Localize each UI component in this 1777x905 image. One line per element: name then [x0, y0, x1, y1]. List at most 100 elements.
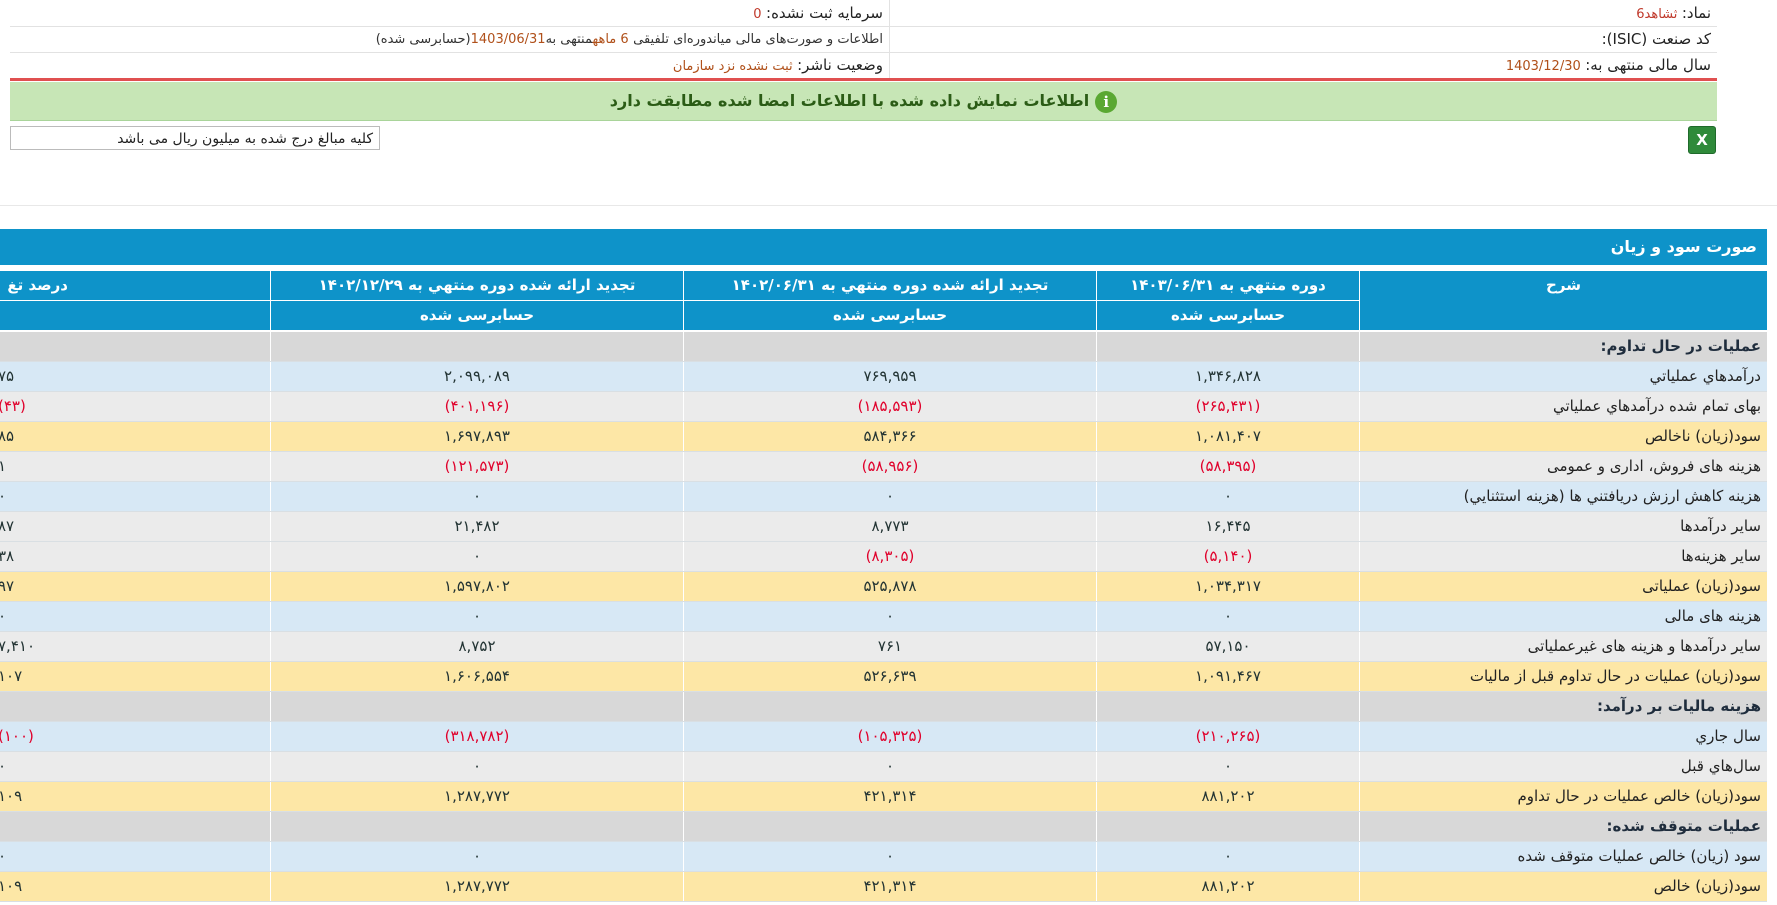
column-divider	[1359, 542, 1360, 571]
row-description-text: هزينه ماليات بر درآمد:	[1596, 697, 1761, 715]
column-divider	[683, 362, 684, 391]
row-description-text: ساير درآمدها و هزينه هاى غيرعملياتى	[1527, 637, 1761, 655]
column-divider	[1096, 512, 1097, 541]
column-divider	[683, 782, 684, 811]
cell-value: ۳۸	[0, 547, 15, 565]
cell-value: ۰	[472, 487, 482, 505]
table-row: هزینه کاهش ارزش دریافتني ها (هزينه استثن…	[0, 482, 1767, 512]
row-value-v3: ۱,۵۹۷,۸۰۲	[271, 572, 683, 601]
cell-value: ۰	[472, 607, 482, 625]
column-divider	[1096, 422, 1097, 451]
row-description: سود(زيان) خالص	[1360, 872, 1767, 901]
report-date: 1403/06/31	[470, 32, 546, 47]
row-value-v4: ۸۵	[0, 422, 270, 451]
section-title: صورت سود و زیان	[0, 229, 1767, 265]
table-section-row: عملیات متوقف شده:	[0, 812, 1767, 842]
publisher-status-cell: وضعیت ناشر: ثبت نشده نزد سازمان	[10, 52, 889, 78]
excel-export-icon[interactable]: X	[1688, 126, 1716, 154]
row-description-text: عملیات در حال تداوم:	[1600, 337, 1761, 355]
table-row: سود(زيان) خالص ۸۸۱,۲۰۲ ۴۲۱,۳۱۴ ۱,۲۸۷,۷۷۲ ۱۰۹	[0, 872, 1767, 902]
column-divider	[1359, 362, 1360, 391]
table-row: هزينه هاى مالى ۰ ۰ ۰ ۰	[0, 602, 1767, 632]
cell-value: ۰	[0, 487, 7, 505]
table-row: سال‌هاي قبل ۰ ۰ ۰ ۰	[0, 752, 1767, 782]
row-description-text: هزینه کاهش ارزش دریافتني ها (هزينه استثن…	[1463, 487, 1761, 505]
cell-value: ۱۰۹	[0, 787, 23, 805]
column-divider	[1359, 452, 1360, 481]
row-value-v3: ۲,۰۹۹,۰۸۹	[271, 362, 683, 391]
symbol-value[interactable]: ثشاهد6	[1636, 7, 1677, 22]
cell-value: ۱۰۷	[0, 667, 23, 685]
row-value-v2: ۰	[684, 752, 1096, 781]
cell-value: (۲۱۰,۲۶۵)	[1195, 727, 1261, 745]
cell-value: ۲,۰۹۹,۰۸۹	[444, 367, 510, 385]
row-value-v2: ۴۲۱,۳۱۴	[684, 872, 1096, 901]
cell-value: ۰	[1223, 487, 1233, 505]
cell-value: (۱۰۵,۳۲۵)	[857, 727, 923, 745]
column-divider	[270, 512, 271, 541]
column-divider	[1359, 602, 1360, 631]
cell-value: ۸۷	[0, 517, 15, 535]
row-value-v2: ۵۲۶,۶۳۹	[684, 662, 1096, 691]
cell-value: (۵,۱۴۰)	[1203, 547, 1253, 565]
col-header-change-pct: درصد تغ	[0, 271, 270, 300]
table-section-row: عملیات در حال تداوم:	[0, 332, 1767, 362]
cell-value: (۱۲۱,۵۷۳)	[444, 457, 510, 475]
cell-value: ۵۲۵,۸۷۸	[863, 577, 917, 595]
column-divider	[1096, 452, 1097, 481]
table-row: درآمدهاي عملياتي ۱,۳۴۶,۸۲۸ ۷۶۹,۹۵۹ ۲,۰۹۹,۰۸…	[0, 362, 1767, 392]
row-value-v1: ۸۸۱,۲۰۲	[1097, 872, 1359, 901]
row-value-v3: ۱,۲۸۷,۷۷۲	[271, 782, 683, 811]
row-description-text: سایر هزینه‌ها	[1681, 547, 1761, 565]
cell-value: ۰	[0, 607, 7, 625]
column-divider	[1359, 512, 1360, 541]
cell-value: ۱,۳۴۶,۸۲۸	[1195, 367, 1261, 385]
row-value-v3: (۴۰۱,۱۹۶)	[271, 392, 683, 421]
cell-value: (۱۰۰)	[0, 727, 34, 745]
row-description: سود(زيان) ناخالص	[1360, 422, 1767, 451]
symbol-cell: نماد: ثشاهد6	[889, 0, 1717, 26]
cell-value: (۵۸,۳۹۵)	[1199, 457, 1257, 475]
row-value-v2: ۷۶۹,۹۵۹	[684, 362, 1096, 391]
cell-value: ۷۶۱	[877, 637, 903, 655]
cell-value: ۱۶,۴۴۵	[1205, 517, 1251, 535]
row-value-v1: (۵,۱۴۰)	[1097, 542, 1359, 571]
cell-value: ۰	[472, 757, 482, 775]
row-value-v1: ۰	[1097, 842, 1359, 871]
row-value-v3: ۲۱,۴۸۲	[271, 512, 683, 541]
row-value-v3: ۰	[271, 752, 683, 781]
header-row-3: سال مالی منتهی به: 1403/12/30 وضعیت ناشر…	[10, 52, 1717, 79]
verification-info-bar: i اطلاعات نمایش داده شده با اطلاعات امضا …	[10, 82, 1717, 121]
info-icon: i	[1095, 90, 1118, 113]
row-value-v2: (۱۰۵,۳۲۵)	[684, 722, 1096, 751]
cell-value: ۱,۰۹۱,۴۶۷	[1195, 667, 1261, 685]
column-divider	[1096, 752, 1097, 781]
row-value-v3: (۱۲۱,۵۷۳)	[271, 452, 683, 481]
row-description: سود (زيان) خالص عمليات متوقف شده	[1360, 842, 1767, 871]
column-divider	[1359, 632, 1360, 661]
row-value-v1: ۱,۳۴۶,۸۲۸	[1097, 362, 1359, 391]
table-row: بهاى تمام شده درآمدهاي عملياتي (۲۶۵,۴۳۱) (…	[0, 392, 1767, 422]
row-description: ساير درآمدها	[1360, 512, 1767, 541]
cell-value: ۰	[472, 547, 482, 565]
table-row: سود(زيان) عمليات در حال تداوم قبل از مال…	[0, 662, 1767, 692]
row-value-v1: ۱۶,۴۴۵	[1097, 512, 1359, 541]
row-value-v4: ۹۷	[0, 572, 270, 601]
col-sub-period-2: حسابرسی شده	[684, 301, 1096, 330]
column-divider	[683, 602, 684, 631]
row-description: هزینه کاهش ارزش دریافتني ها (هزينه استثن…	[1360, 482, 1767, 511]
cell-value: ۸,۷۵۲	[458, 637, 496, 655]
row-description: عملیات در حال تداوم:	[1360, 332, 1767, 361]
column-divider	[1096, 722, 1097, 751]
column-divider	[270, 782, 271, 811]
table-row: سال جاري (۲۱۰,۲۶۵) (۱۰۵,۳۲۵) (۳۱۸,۷۸۲) (۱۰۰)	[0, 722, 1767, 752]
column-divider	[683, 662, 684, 691]
column-divider	[1359, 422, 1360, 451]
table-header-row-1: شرح دوره منتهي به ۱۴۰۳/۰۶/۳۱ تجدید ارائه…	[0, 271, 1767, 330]
column-divider	[1096, 632, 1097, 661]
row-description-text: هزينه هاى مالى	[1664, 607, 1761, 625]
column-divider	[1359, 812, 1360, 841]
column-divider	[683, 392, 684, 421]
row-value-v4: ۱	[0, 452, 270, 481]
column-divider	[1359, 482, 1360, 511]
